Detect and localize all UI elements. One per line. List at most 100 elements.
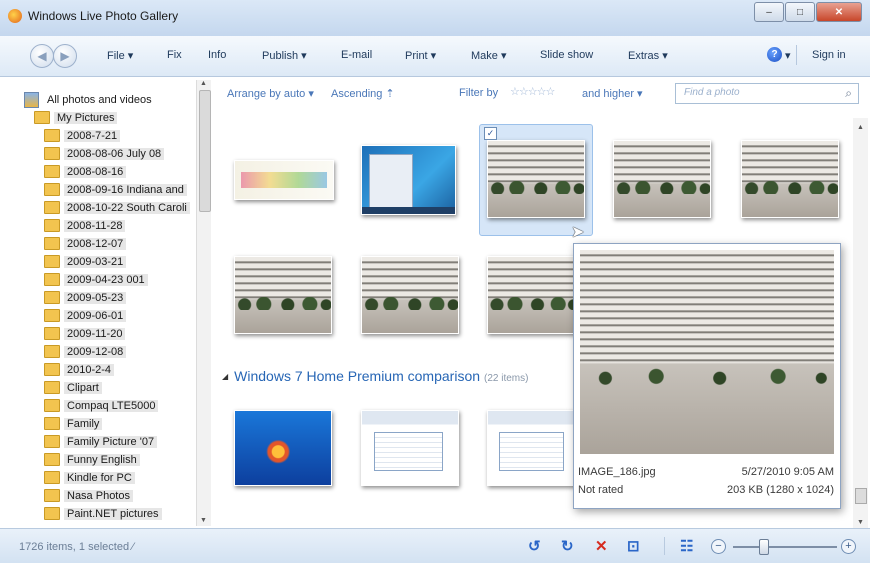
sort-order-toggle[interactable]: Ascending ⇡ bbox=[331, 87, 395, 100]
delete-icon[interactable]: ✕ bbox=[595, 537, 608, 555]
tree-item-folder[interactable]: Paint.NET pictures bbox=[44, 505, 162, 522]
scroll-down-arrow-icon[interactable]: ▼ bbox=[200, 517, 207, 524]
folder-icon bbox=[44, 165, 60, 178]
tree-item-folder[interactable]: Funny English bbox=[44, 451, 140, 468]
preview-filename: IMAGE_186.jpg bbox=[578, 466, 656, 478]
menu-file[interactable]: File ▾ bbox=[107, 49, 133, 62]
details-view-icon[interactable]: ☷ bbox=[680, 537, 693, 555]
tree-item-folder[interactable]: 2009-06-01 bbox=[44, 307, 127, 324]
arrange-by-dropdown[interactable]: Arrange by auto ▾ bbox=[227, 87, 314, 100]
tree-item-folder[interactable]: Family Picture '07 bbox=[44, 433, 158, 450]
folder-icon bbox=[44, 471, 60, 484]
menu-email[interactable]: E-mail bbox=[341, 49, 372, 61]
photo-thumbnail[interactable] bbox=[487, 410, 579, 486]
folder-icon bbox=[44, 201, 60, 214]
tree-item-folder[interactable]: 2009-12-08 bbox=[44, 343, 127, 360]
menu-info[interactable]: Info bbox=[208, 49, 226, 61]
tree-item-folder[interactable]: 2010-2-4 bbox=[44, 361, 115, 378]
tree-item-folder[interactable]: 2009-03-21 bbox=[44, 253, 127, 270]
search-input[interactable] bbox=[682, 86, 836, 99]
menu-make[interactable]: Make ▾ bbox=[471, 49, 506, 62]
scroll-up-arrow-icon[interactable]: ▲ bbox=[200, 80, 207, 87]
folder-icon bbox=[44, 417, 60, 430]
tree-item-folder[interactable]: 2008-7-21 bbox=[44, 127, 121, 144]
window-controls: – □ ✕ bbox=[753, 2, 862, 22]
folder-icon bbox=[44, 345, 60, 358]
tree-item-folder[interactable]: Family bbox=[44, 415, 103, 432]
zoom-slider-track[interactable] bbox=[733, 546, 837, 548]
group-title: Windows 7 Home Premium comparison bbox=[234, 368, 481, 384]
zoom-out-icon[interactable]: − bbox=[711, 539, 726, 554]
tree-item-folder[interactable]: 2008-11-28 bbox=[44, 217, 126, 234]
back-button[interactable]: ◀ bbox=[30, 44, 54, 68]
menu-publish[interactable]: Publish ▾ bbox=[262, 49, 307, 62]
tree-item-folder[interactable]: Kindle for PC bbox=[44, 469, 135, 486]
tree-item-folder[interactable]: 2009-04-23 001 bbox=[44, 271, 148, 288]
tree-item-folder[interactable]: Nasa Photos bbox=[44, 487, 133, 504]
rotate-left-icon[interactable]: ↺ bbox=[528, 537, 541, 555]
folder-icon bbox=[44, 507, 60, 520]
group-header[interactable]: ◢ Windows 7 Home Premium comparison (22 it… bbox=[222, 368, 528, 384]
filter-label: Filter by bbox=[459, 87, 499, 99]
tree-item-folder[interactable]: 2009-11-20 bbox=[44, 325, 126, 342]
photo-thumbnail[interactable] bbox=[361, 410, 459, 486]
tree-item-label: 2009-04-23 001 bbox=[64, 273, 148, 286]
photo-thumbnail[interactable] bbox=[487, 256, 579, 334]
photo-thumbnail[interactable] bbox=[361, 145, 456, 215]
menu-print[interactable]: Print ▾ bbox=[405, 49, 436, 62]
tree-item-folder[interactable]: 2009-05-23 bbox=[44, 289, 127, 306]
tree-item-folder[interactable]: Compaq LTE5000 bbox=[44, 397, 159, 414]
slideshow-icon[interactable]: ⊡ bbox=[627, 537, 640, 555]
zoom-slider-thumb[interactable] bbox=[759, 539, 769, 555]
tree-item-folder[interactable]: 2008-08-16 bbox=[44, 163, 127, 180]
preview-rating: Not rated bbox=[578, 484, 624, 496]
gallery-scroll-thumb[interactable] bbox=[855, 488, 867, 504]
tree-item-all-photos[interactable]: All photos and videos bbox=[24, 91, 155, 108]
search-icon[interactable]: ⌕ bbox=[845, 86, 852, 101]
tree-item-folder[interactable]: 2008-08-06 July 08 bbox=[44, 145, 165, 162]
folder-icon bbox=[44, 273, 60, 286]
photo-thumbnail[interactable] bbox=[234, 256, 332, 334]
menu-slide-show[interactable]: Slide show bbox=[540, 49, 593, 61]
star-rating-filter[interactable]: ☆☆☆☆☆ bbox=[510, 85, 555, 98]
menu-extras[interactable]: Extras ▾ bbox=[628, 49, 668, 62]
menu-fix[interactable]: Fix bbox=[167, 49, 182, 61]
sidebar-scroll-thumb[interactable] bbox=[199, 90, 211, 212]
tree-item-label: 2009-12-08 bbox=[64, 345, 127, 358]
help-dropdown-icon[interactable]: ▾ bbox=[785, 49, 791, 62]
tree-item-folder[interactable]: 2008-09-16 Indiana and bbox=[44, 181, 187, 198]
photo-preview-tooltip: IMAGE_186.jpg 5/27/2010 9:05 AM Not rate… bbox=[573, 243, 841, 509]
tree-item-label: 2008-08-06 July 08 bbox=[64, 147, 165, 160]
photo-thumbnail[interactable] bbox=[741, 140, 839, 218]
tree-item-label: 2008-08-16 bbox=[64, 165, 127, 178]
photo-thumbnail[interactable] bbox=[613, 140, 711, 218]
collapse-triangle-icon[interactable]: ◢ bbox=[222, 372, 228, 381]
photo-thumbnail[interactable] bbox=[234, 410, 332, 486]
rotate-right-icon[interactable]: ↻ bbox=[561, 537, 574, 555]
gallery-scrollbar[interactable]: ▲ ▼ bbox=[853, 118, 868, 528]
preview-image bbox=[580, 250, 834, 454]
tree-item-label: 2009-06-01 bbox=[64, 309, 127, 322]
maximize-button[interactable]: □ bbox=[785, 2, 815, 22]
photo-thumbnail[interactable] bbox=[361, 256, 459, 334]
tree-item-label: Family Picture '07 bbox=[64, 435, 158, 448]
zoom-in-icon[interactable]: + bbox=[841, 539, 856, 554]
scroll-up-arrow-icon[interactable]: ▲ bbox=[857, 124, 864, 131]
forward-button[interactable]: ▶ bbox=[53, 44, 77, 68]
selection-checkbox[interactable]: ✓ bbox=[484, 127, 497, 140]
tree-item-my-pictures[interactable]: My Pictures bbox=[34, 109, 118, 126]
tree-item-label: Family bbox=[64, 417, 103, 430]
close-button[interactable]: ✕ bbox=[816, 2, 862, 22]
photo-thumbnail-selected[interactable] bbox=[487, 140, 585, 218]
sign-in-link[interactable]: Sign in bbox=[812, 49, 846, 61]
tree-item-folder[interactable]: 2008-12-07 bbox=[44, 235, 127, 252]
tree-item-folder[interactable]: Clipart bbox=[44, 379, 102, 396]
tree-item-folder[interactable]: 2008-10-22 South Caroli bbox=[44, 199, 190, 216]
sidebar-scrollbar[interactable]: ▲ ▼ bbox=[196, 80, 211, 526]
filter-threshold-dropdown[interactable]: and higher ▾ bbox=[582, 87, 643, 100]
scroll-down-arrow-icon[interactable]: ▼ bbox=[857, 519, 864, 526]
photo-thumbnail[interactable] bbox=[234, 160, 334, 200]
help-icon[interactable]: ? bbox=[767, 47, 782, 62]
folder-icon bbox=[34, 111, 50, 124]
minimize-button[interactable]: – bbox=[754, 2, 784, 22]
